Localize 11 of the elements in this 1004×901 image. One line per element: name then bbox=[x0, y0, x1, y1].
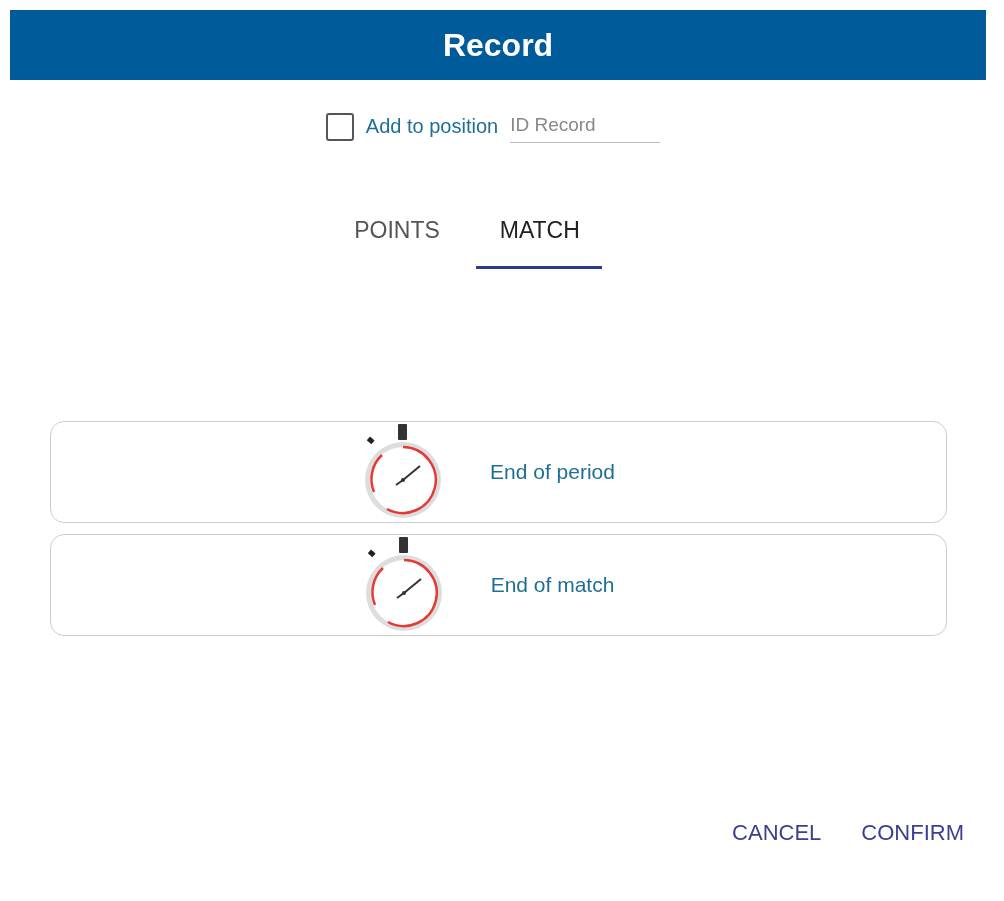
checkbox-label[interactable]: Add to position bbox=[365, 115, 499, 138]
event-label: End of period bbox=[490, 460, 615, 484]
event-card[interactable]: End of period bbox=[50, 421, 947, 523]
tab[interactable]: MATCH bbox=[475, 209, 602, 269]
event-card[interactable]: End of match bbox=[50, 534, 947, 636]
action-button[interactable]: CONFIRM bbox=[851, 814, 974, 852]
action-button[interactable]: CANCEL bbox=[722, 814, 832, 852]
tab[interactable]: POINTS bbox=[342, 209, 452, 269]
checkbox[interactable] bbox=[325, 112, 354, 141]
dialog-title: Record bbox=[442, 26, 554, 64]
event-label: End of match bbox=[490, 573, 615, 597]
